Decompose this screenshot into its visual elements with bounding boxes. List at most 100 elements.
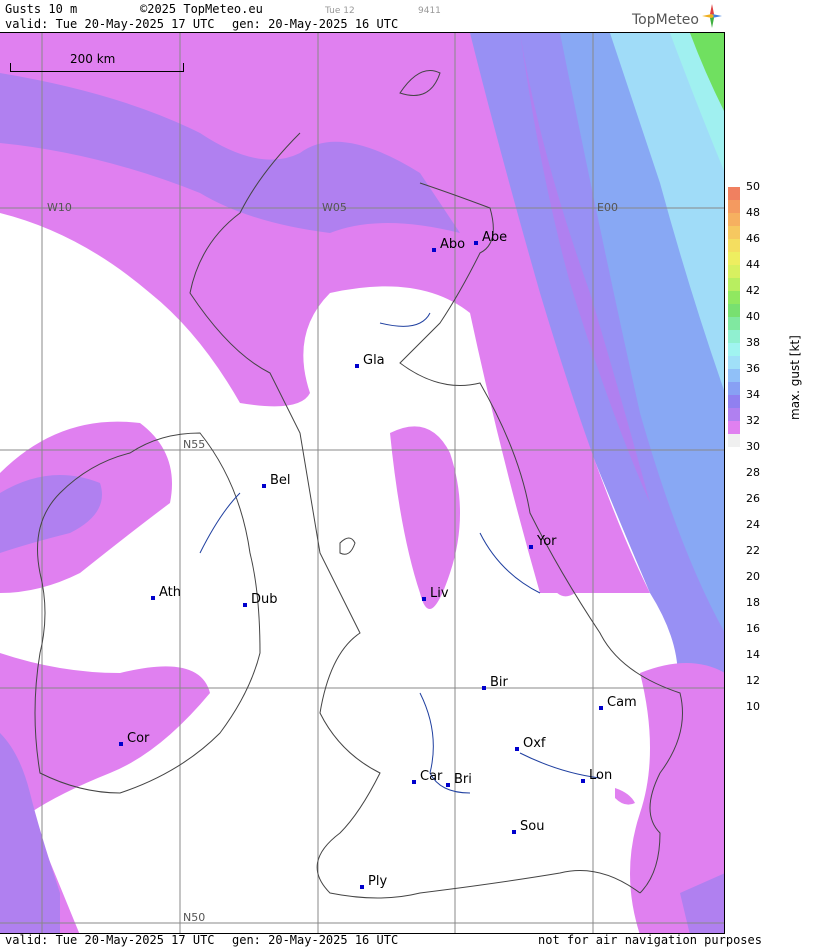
city-bristol[interactable]: Bri [446, 772, 472, 787]
legend-tick-label: 50 [746, 180, 760, 193]
product-code: 9411 [418, 6, 441, 16]
city-cardiff[interactable]: Car [412, 769, 443, 784]
city-marker-icon [432, 248, 436, 252]
legend-swatch [728, 200, 740, 213]
legend-tick-label: 30 [746, 440, 760, 453]
legend-swatch [728, 434, 740, 447]
logo-text: TopMeteo [632, 12, 699, 28]
city-label: Car [420, 769, 443, 784]
city-label: Dub [251, 592, 278, 607]
city-label: Abo [440, 237, 466, 252]
city-marker-icon [360, 885, 364, 889]
legend-tick-label: 34 [746, 388, 760, 401]
city-birmingham[interactable]: Bir [482, 675, 508, 690]
city-label: Yor [537, 534, 557, 549]
footer-generated-time: gen: 20-May-2025 16 UTC [232, 933, 399, 947]
legend-swatch [728, 408, 740, 421]
city-label: Lon [589, 768, 613, 783]
city-label: Cam [607, 695, 637, 710]
city-label: Oxf [523, 736, 546, 751]
city-oxford[interactable]: Oxf [515, 736, 546, 751]
legend-swatch [728, 421, 740, 434]
legend-title: max. gust [kt] [788, 335, 802, 420]
legend-swatch [728, 369, 740, 382]
legend-tick-label: 44 [746, 258, 760, 271]
legend-swatch [728, 382, 740, 395]
city-belfast[interactable]: Bel [262, 473, 291, 488]
grid-label-w05: W05 [322, 201, 347, 214]
legend-tick-label: 46 [746, 232, 760, 245]
city-label: Ath [159, 585, 182, 600]
legend-tick-label: 48 [746, 206, 760, 219]
grid-label-w10: W10 [47, 201, 72, 214]
city-aberdeen-abo[interactable]: Abo [432, 237, 466, 252]
legend-tick-label: 36 [746, 362, 760, 375]
city-london[interactable]: Lon [581, 768, 613, 783]
grid-label-n55: N55 [183, 438, 206, 451]
city-marker-icon [412, 780, 416, 784]
city-aberdeen-abe[interactable]: Abe [474, 230, 508, 245]
valid-time: valid: Tue 20-May-2025 17 UTC [5, 17, 215, 31]
legend-tick-label: 28 [746, 466, 760, 479]
city-label: Ply [368, 874, 388, 889]
legend-tick-label: 10 [746, 700, 760, 713]
scale-label: 200 km [70, 52, 116, 66]
compass-star-icon [702, 4, 722, 28]
city-marker-icon [512, 830, 516, 834]
legend-swatch [728, 304, 740, 317]
city-marker-icon [529, 545, 533, 549]
legend-swatch [728, 265, 740, 278]
legend-tick-label: 40 [746, 310, 760, 323]
city-label: Sou [520, 819, 545, 834]
footer-disclaimer: not for air navigation purposes [538, 933, 762, 947]
legend-tick-label: 18 [746, 596, 760, 609]
legend-swatch [728, 239, 740, 252]
city-marker-icon [581, 779, 585, 783]
legend-tick-label: 42 [746, 284, 760, 297]
footer-valid-time: valid: Tue 20-May-2025 17 UTC [5, 933, 215, 947]
legend-swatch [728, 252, 740, 265]
legend-swatch [728, 343, 740, 356]
legend-swatch [728, 395, 740, 408]
city-marker-icon [474, 241, 478, 245]
city-plymouth[interactable]: Ply [360, 874, 388, 889]
product-title: Gusts 10 m [5, 2, 78, 16]
topmeteo-logo[interactable]: TopMeteo [632, 12, 699, 28]
generated-time: gen: 20-May-2025 16 UTC [232, 17, 399, 31]
city-southampton[interactable]: Sou [512, 819, 545, 834]
city-cork[interactable]: Cor [119, 731, 150, 746]
city-label: Bri [454, 772, 472, 787]
legend-swatch [728, 356, 740, 369]
city-label: Abe [482, 230, 508, 245]
city-york[interactable]: Yor [529, 534, 557, 549]
forecast-step: Tue 12 [325, 6, 355, 16]
legend-tick-label: 38 [746, 336, 760, 349]
city-label: Bel [270, 473, 291, 488]
city-label: Cor [127, 731, 150, 746]
city-marker-icon [599, 706, 603, 710]
legend-tick-label: 26 [746, 492, 760, 505]
grid-label-e00: E00 [597, 201, 618, 214]
legend-swatch [728, 213, 740, 226]
city-marker-icon [422, 597, 426, 601]
legend-tick-label: 14 [746, 648, 760, 661]
city-marker-icon [515, 747, 519, 751]
city-liverpool[interactable]: Liv [422, 586, 449, 601]
city-athlone[interactable]: Ath [151, 585, 182, 600]
city-dublin[interactable]: Dub [243, 592, 278, 607]
city-marker-icon [446, 783, 450, 787]
legend-tick-label: 24 [746, 518, 760, 531]
legend-swatch [728, 187, 740, 200]
legend-swatch [728, 291, 740, 304]
copyright: ©2025 TopMeteo.eu [140, 2, 263, 16]
legend-tick-label: 12 [746, 674, 760, 687]
city-marker-icon [482, 686, 486, 690]
city-cambridge[interactable]: Cam [599, 695, 637, 710]
city-marker-icon [119, 742, 123, 746]
city-label: Liv [430, 586, 449, 601]
city-marker-icon [355, 364, 359, 368]
legend-tick-label: 22 [746, 544, 760, 557]
gust-map[interactable]: 200 km W10 W05 E00 N55 N50 Abo Abe Gla B… [0, 32, 725, 934]
legend-swatch [728, 317, 740, 330]
city-glasgow[interactable]: Gla [355, 353, 385, 368]
